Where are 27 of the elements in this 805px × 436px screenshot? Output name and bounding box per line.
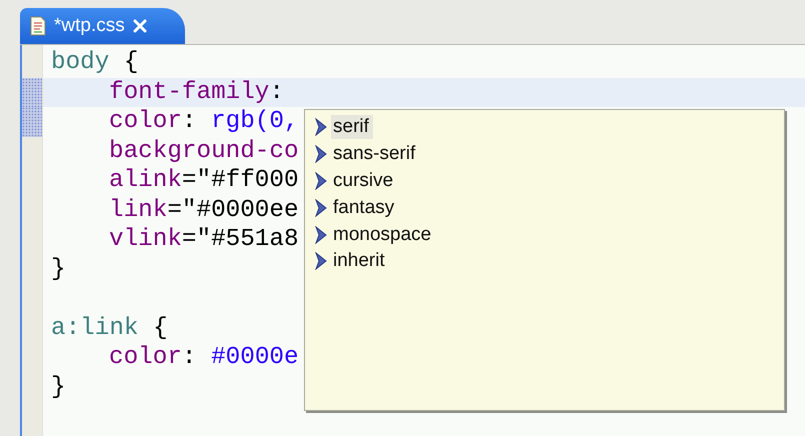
- chevron-icon: [315, 145, 327, 164]
- editor-tab[interactable]: *wtp.css: [20, 8, 185, 44]
- chevron-icon: [315, 252, 327, 270]
- completion-item[interactable]: inherit: [331, 249, 389, 274]
- code-line: background-co: [109, 136, 299, 166]
- chevron-icon: [315, 226, 327, 244]
- code-line: body {: [51, 48, 138, 78]
- code-line: alink="#ff000: [109, 166, 299, 196]
- code-line: font-family:: [109, 78, 284, 107]
- file-icon: [30, 16, 46, 36]
- close-icon[interactable]: [132, 19, 147, 33]
- completion-item[interactable]: serif: [331, 115, 373, 140]
- completion-item[interactable]: sans-serif: [331, 142, 420, 166]
- chevron-icon: [315, 172, 327, 190]
- completion-item[interactable]: fantasy: [331, 196, 398, 220]
- completion-item[interactable]: monospace: [331, 222, 436, 247]
- chevron-icon: [315, 118, 327, 136]
- code-line: a:link {: [51, 314, 168, 343]
- chevron-icon: [315, 198, 327, 217]
- code-line: }: [51, 372, 66, 402]
- code-line: link="#0000ee: [109, 196, 299, 225]
- code-line: color: rgb(0,: [109, 107, 299, 136]
- code-line: }: [51, 254, 66, 284]
- tab-title: *wtp.css: [54, 15, 125, 37]
- code-line: color: #0000e: [109, 343, 299, 372]
- completion-item[interactable]: cursive: [331, 168, 398, 193]
- code-line: vlink="#551a8: [109, 225, 299, 254]
